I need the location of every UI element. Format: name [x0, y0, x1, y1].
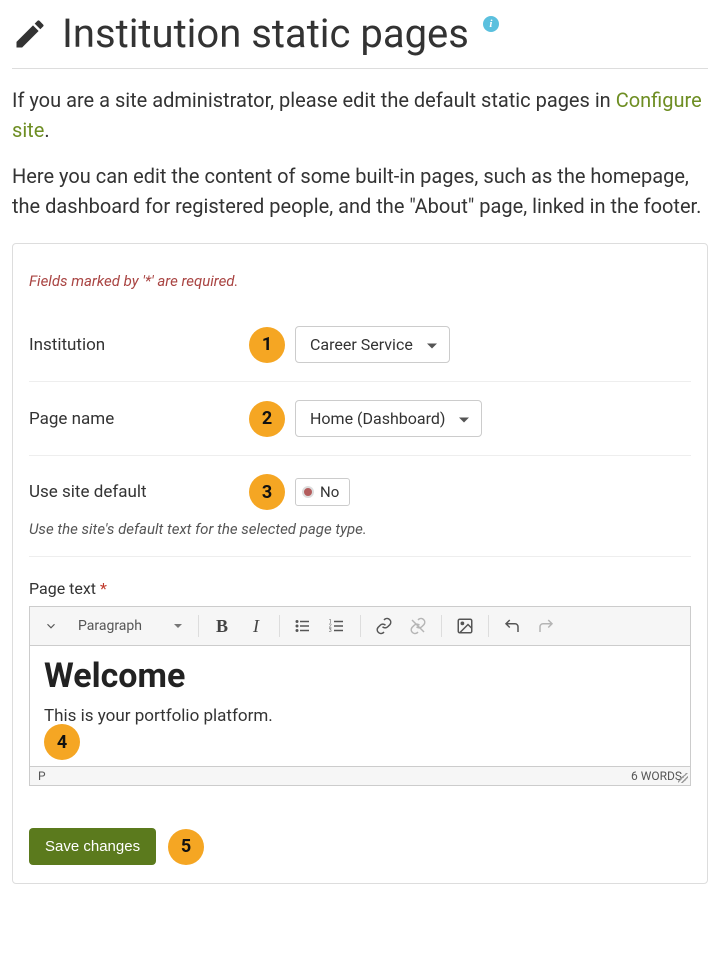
redo-button[interactable]	[531, 611, 561, 641]
row-institution: Institution 1 Career Service	[29, 308, 691, 382]
page-name-select[interactable]: Home (Dashboard)	[295, 400, 482, 437]
toolbar-separator	[360, 615, 361, 637]
label-page-name: Page name	[29, 409, 249, 429]
form-panel: Fields marked by '*' are required. Insti…	[12, 243, 708, 884]
callout-badge-5: 5	[168, 829, 204, 865]
intro-prefix: If you are a site administrator, please …	[12, 88, 616, 112]
unlink-button[interactable]	[403, 611, 433, 641]
label-page-text: Page text *	[29, 579, 691, 598]
label-use-default: Use site default	[29, 482, 249, 502]
editor-statusbar: P 6 WORDS	[30, 766, 690, 785]
save-button[interactable]: Save changes	[29, 828, 156, 865]
bold-button[interactable]: B	[207, 611, 237, 641]
toolbar-separator	[488, 615, 489, 637]
resize-grip-icon[interactable]	[678, 773, 688, 783]
page-title: Institution static pages	[62, 10, 469, 58]
label-institution: Institution	[29, 335, 249, 355]
row-page-name: Page name 2 Home (Dashboard)	[29, 382, 691, 456]
link-button[interactable]	[369, 611, 399, 641]
editor-wordcount: 6 WORDS	[631, 769, 682, 783]
submit-row: Save changes 5	[29, 828, 691, 865]
institution-select[interactable]: Career Service	[295, 326, 450, 363]
use-default-value: No	[320, 483, 339, 501]
toggle-off-icon	[302, 486, 314, 498]
numbered-list-button[interactable]: 123	[322, 611, 352, 641]
editor-path[interactable]: P	[38, 769, 46, 783]
toolbar-more-icon[interactable]	[36, 611, 66, 641]
intro-para2: Here you can edit the content of some bu…	[12, 161, 708, 221]
content-body: This is your portfolio platform.	[44, 706, 676, 726]
toolbar-separator	[198, 615, 199, 637]
row-use-default: Use site default 3 No	[29, 456, 691, 520]
intro-suffix: .	[44, 118, 49, 142]
callout-badge-3: 3	[249, 474, 285, 510]
toolbar-separator	[279, 615, 280, 637]
institution-select-value: Career Service	[310, 335, 413, 354]
image-button[interactable]	[450, 611, 480, 641]
callout-badge-1: 1	[249, 327, 285, 363]
content-heading: Welcome	[44, 656, 676, 696]
svg-text:3: 3	[329, 628, 332, 634]
page-name-select-value: Home (Dashboard)	[310, 409, 445, 428]
rich-text-editor: Paragraph B I 123	[29, 606, 691, 786]
required-star: *	[100, 579, 107, 598]
page-header: Institution static pages i	[12, 10, 708, 69]
undo-button[interactable]	[497, 611, 527, 641]
info-icon[interactable]: i	[483, 16, 499, 32]
label-page-text-text: Page text	[29, 579, 96, 598]
callout-badge-2: 2	[249, 401, 285, 437]
toolbar-separator	[441, 615, 442, 637]
required-note: Fields marked by '*' are required.	[29, 272, 691, 290]
intro-text: If you are a site administrator, please …	[12, 85, 708, 221]
callout-badge-4: 4	[44, 724, 80, 760]
editor-content[interactable]: Welcome This is your portfolio platform.…	[30, 646, 690, 766]
italic-button[interactable]: I	[241, 611, 271, 641]
use-default-toggle[interactable]: No	[295, 478, 350, 506]
use-default-help: Use the site's default text for the sele…	[29, 520, 691, 557]
editor-toolbar: Paragraph B I 123	[30, 607, 690, 646]
format-select-value: Paragraph	[78, 618, 142, 634]
bullet-list-button[interactable]	[288, 611, 318, 641]
chevron-down-icon	[174, 624, 182, 628]
edit-icon	[12, 16, 48, 52]
format-select[interactable]: Paragraph	[70, 614, 190, 638]
